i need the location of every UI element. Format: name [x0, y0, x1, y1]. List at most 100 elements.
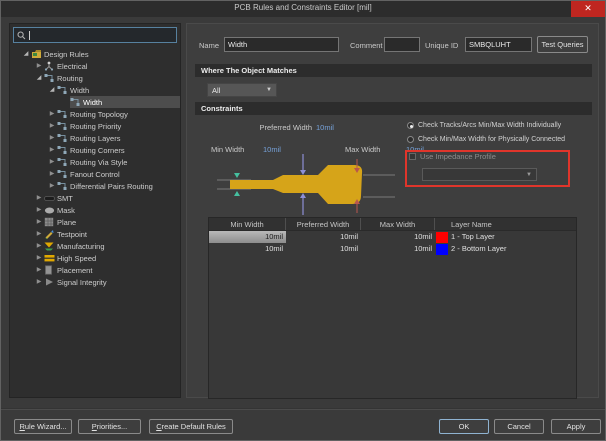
sidebar-item-width[interactable]: Width: [10, 96, 180, 108]
tree-item-content[interactable]: Routing Layers: [57, 132, 180, 144]
tree-item-content[interactable]: Routing Priority: [57, 120, 180, 132]
expand-icon[interactable]: ▶: [34, 264, 44, 276]
expand-icon[interactable]: ▶: [34, 276, 44, 288]
tree-item-label: Mask: [57, 206, 75, 215]
expand-icon[interactable]: ▶: [47, 156, 57, 168]
column-header-max-width[interactable]: Max Width: [361, 218, 435, 230]
comment-field[interactable]: [384, 37, 420, 52]
sidebar-item-fanout-control[interactable]: ▶Fanout Control: [10, 168, 180, 180]
tree-item-content[interactable]: Mask: [44, 204, 180, 216]
radio-check-connected[interactable]: Check Min/Max Width for Physically Conne…: [407, 136, 565, 143]
tree-item-content[interactable]: Manufacturing: [44, 240, 180, 252]
preferred-width-cell[interactable]: 10mil: [286, 231, 361, 243]
sidebar-item-testpoint[interactable]: ▶Testpoint: [10, 228, 180, 240]
preferred-width-value[interactable]: 10mil: [316, 123, 334, 132]
column-header-preferred-width[interactable]: Preferred Width: [286, 218, 361, 230]
expand-icon[interactable]: ▶: [34, 60, 44, 72]
tree-item-content[interactable]: Signal Integrity: [44, 276, 180, 288]
sidebar-item-mask[interactable]: ▶ Mask: [10, 204, 180, 216]
tree-item-content[interactable]: Placement: [44, 264, 180, 276]
layer-color-swatch: [436, 244, 448, 255]
create-default-rules-button[interactable]: Create Default Rules: [149, 419, 233, 434]
impedance-profile-dropdown[interactable]: ▼: [422, 168, 537, 181]
sidebar-item-differential-pairs-routing[interactable]: ▶Differential Pairs Routing: [10, 180, 180, 192]
expand-icon[interactable]: ▶: [47, 120, 57, 132]
close-icon[interactable]: ✕: [571, 1, 605, 17]
scope-dropdown[interactable]: All ▼: [207, 83, 277, 97]
tree-item-content[interactable]: High Speed: [44, 252, 180, 264]
expand-icon[interactable]: ▶: [34, 216, 44, 228]
tree-item-content[interactable]: Plane: [44, 216, 180, 228]
tree-item-content[interactable]: Routing Via Style: [57, 156, 180, 168]
sidebar-item-width[interactable]: ◢ Width: [10, 84, 180, 96]
rule-wizard-button[interactable]: Rule Wizard...: [14, 419, 72, 434]
sidebar-item-smt[interactable]: ▶SMT: [10, 192, 180, 204]
tree-item-content[interactable]: Routing: [44, 72, 180, 84]
tree-item-content[interactable]: SMT: [44, 192, 180, 204]
sidebar-item-routing-corners[interactable]: ▶Routing Corners: [10, 144, 180, 156]
table-row[interactable]: 10mil10mil10mil2 - Bottom Layer: [209, 243, 576, 255]
cancel-button[interactable]: Cancel: [494, 419, 544, 434]
ok-button[interactable]: OK: [439, 419, 489, 434]
expand-icon[interactable]: ▶: [34, 192, 44, 204]
table-row[interactable]: 10mil10mil10mil1 - Top Layer: [209, 231, 576, 243]
titlebar[interactable]: PCB Rules and Constraints Editor [mil] ✕: [1, 1, 605, 17]
column-header-layer-name[interactable]: Layer Name: [435, 218, 576, 230]
tree-item-content[interactable]: Design Rules: [31, 48, 180, 60]
priorities-button[interactable]: Priorities...: [78, 419, 141, 434]
collapse-icon[interactable]: ◢: [47, 84, 57, 96]
tree-item-content[interactable]: Testpoint: [44, 228, 180, 240]
expand-icon[interactable]: ▶: [34, 204, 44, 216]
expand-icon[interactable]: ▶: [34, 240, 44, 252]
min-width-cell[interactable]: 10mil: [209, 231, 286, 243]
expand-icon[interactable]: ▶: [47, 180, 57, 192]
tree-item-label: Width: [70, 86, 89, 95]
checkbox-icon[interactable]: [409, 153, 416, 160]
expand-icon[interactable]: ▶: [47, 132, 57, 144]
column-header-min-width[interactable]: Min Width: [209, 218, 286, 230]
tree-item-content[interactable]: Width: [70, 96, 180, 108]
sidebar-item-manufacturing[interactable]: ▶Manufacturing: [10, 240, 180, 252]
tree-item-content[interactable]: Routing Topology: [57, 108, 180, 120]
expand-icon[interactable]: ▶: [47, 108, 57, 120]
sidebar-item-placement[interactable]: ▶Placement: [10, 264, 180, 276]
max-width-cell[interactable]: 10mil: [361, 243, 435, 255]
tree-item-content[interactable]: Routing Corners: [57, 144, 180, 156]
preferred-width-cell[interactable]: 10mil: [286, 243, 361, 255]
test-queries-button[interactable]: Test Queries: [537, 36, 588, 53]
sidebar-item-electrical[interactable]: ▶Electrical: [10, 60, 180, 72]
expand-icon[interactable]: ▶: [47, 168, 57, 180]
sidebar-item-routing-topology[interactable]: ▶Routing Topology: [10, 108, 180, 120]
sidebar-item-signal-integrity[interactable]: ▶Signal Integrity: [10, 276, 180, 288]
radio-off-icon[interactable]: [407, 136, 414, 143]
radio-check-individually[interactable]: Check Tracks/Arcs Min/Max Width Individu…: [407, 122, 561, 129]
unique-id-field[interactable]: [465, 37, 532, 52]
expand-icon[interactable]: ▶: [34, 228, 44, 240]
sidebar-item-high-speed[interactable]: ▶High Speed: [10, 252, 180, 264]
tree-item-content[interactable]: Electrical: [44, 60, 180, 72]
name-field[interactable]: [224, 37, 339, 52]
tree-item-content[interactable]: Fanout Control: [57, 168, 180, 180]
search-input[interactable]: [13, 27, 177, 43]
expand-icon[interactable]: ▶: [47, 144, 57, 156]
plane-icon: [44, 217, 57, 227]
sidebar-item-plane[interactable]: ▶Plane: [10, 216, 180, 228]
collapse-icon[interactable]: ◢: [21, 48, 31, 60]
collapse-icon[interactable]: ◢: [34, 72, 44, 84]
tree-item-content[interactable]: Width: [57, 84, 180, 96]
tree-item-content[interactable]: Differential Pairs Routing: [57, 180, 180, 192]
min-width-cell[interactable]: 10mil: [209, 243, 286, 255]
apply-button[interactable]: Apply: [551, 419, 601, 434]
sidebar-item-routing-priority[interactable]: ▶Routing Priority: [10, 120, 180, 132]
sidebar-item-routing-layers[interactable]: ▶Routing Layers: [10, 132, 180, 144]
use-impedance-checkbox[interactable]: Use Impedance Profile: [409, 152, 496, 161]
sidebar-item-routing[interactable]: ◢Routing: [10, 72, 180, 84]
sidebar-item-design-rules[interactable]: ◢Design Rules: [10, 48, 180, 60]
layer-name-cell[interactable]: 1 - Top Layer: [435, 231, 576, 243]
layer-name-cell[interactable]: 2 - Bottom Layer: [435, 243, 576, 255]
expand-icon[interactable]: ▶: [34, 252, 44, 264]
sidebar-item-routing-via-style[interactable]: ▶Routing Via Style: [10, 156, 180, 168]
max-width-cell[interactable]: 10mil: [361, 231, 435, 243]
radio-on-icon[interactable]: [407, 122, 414, 129]
high-speed-icon: [44, 254, 57, 262]
